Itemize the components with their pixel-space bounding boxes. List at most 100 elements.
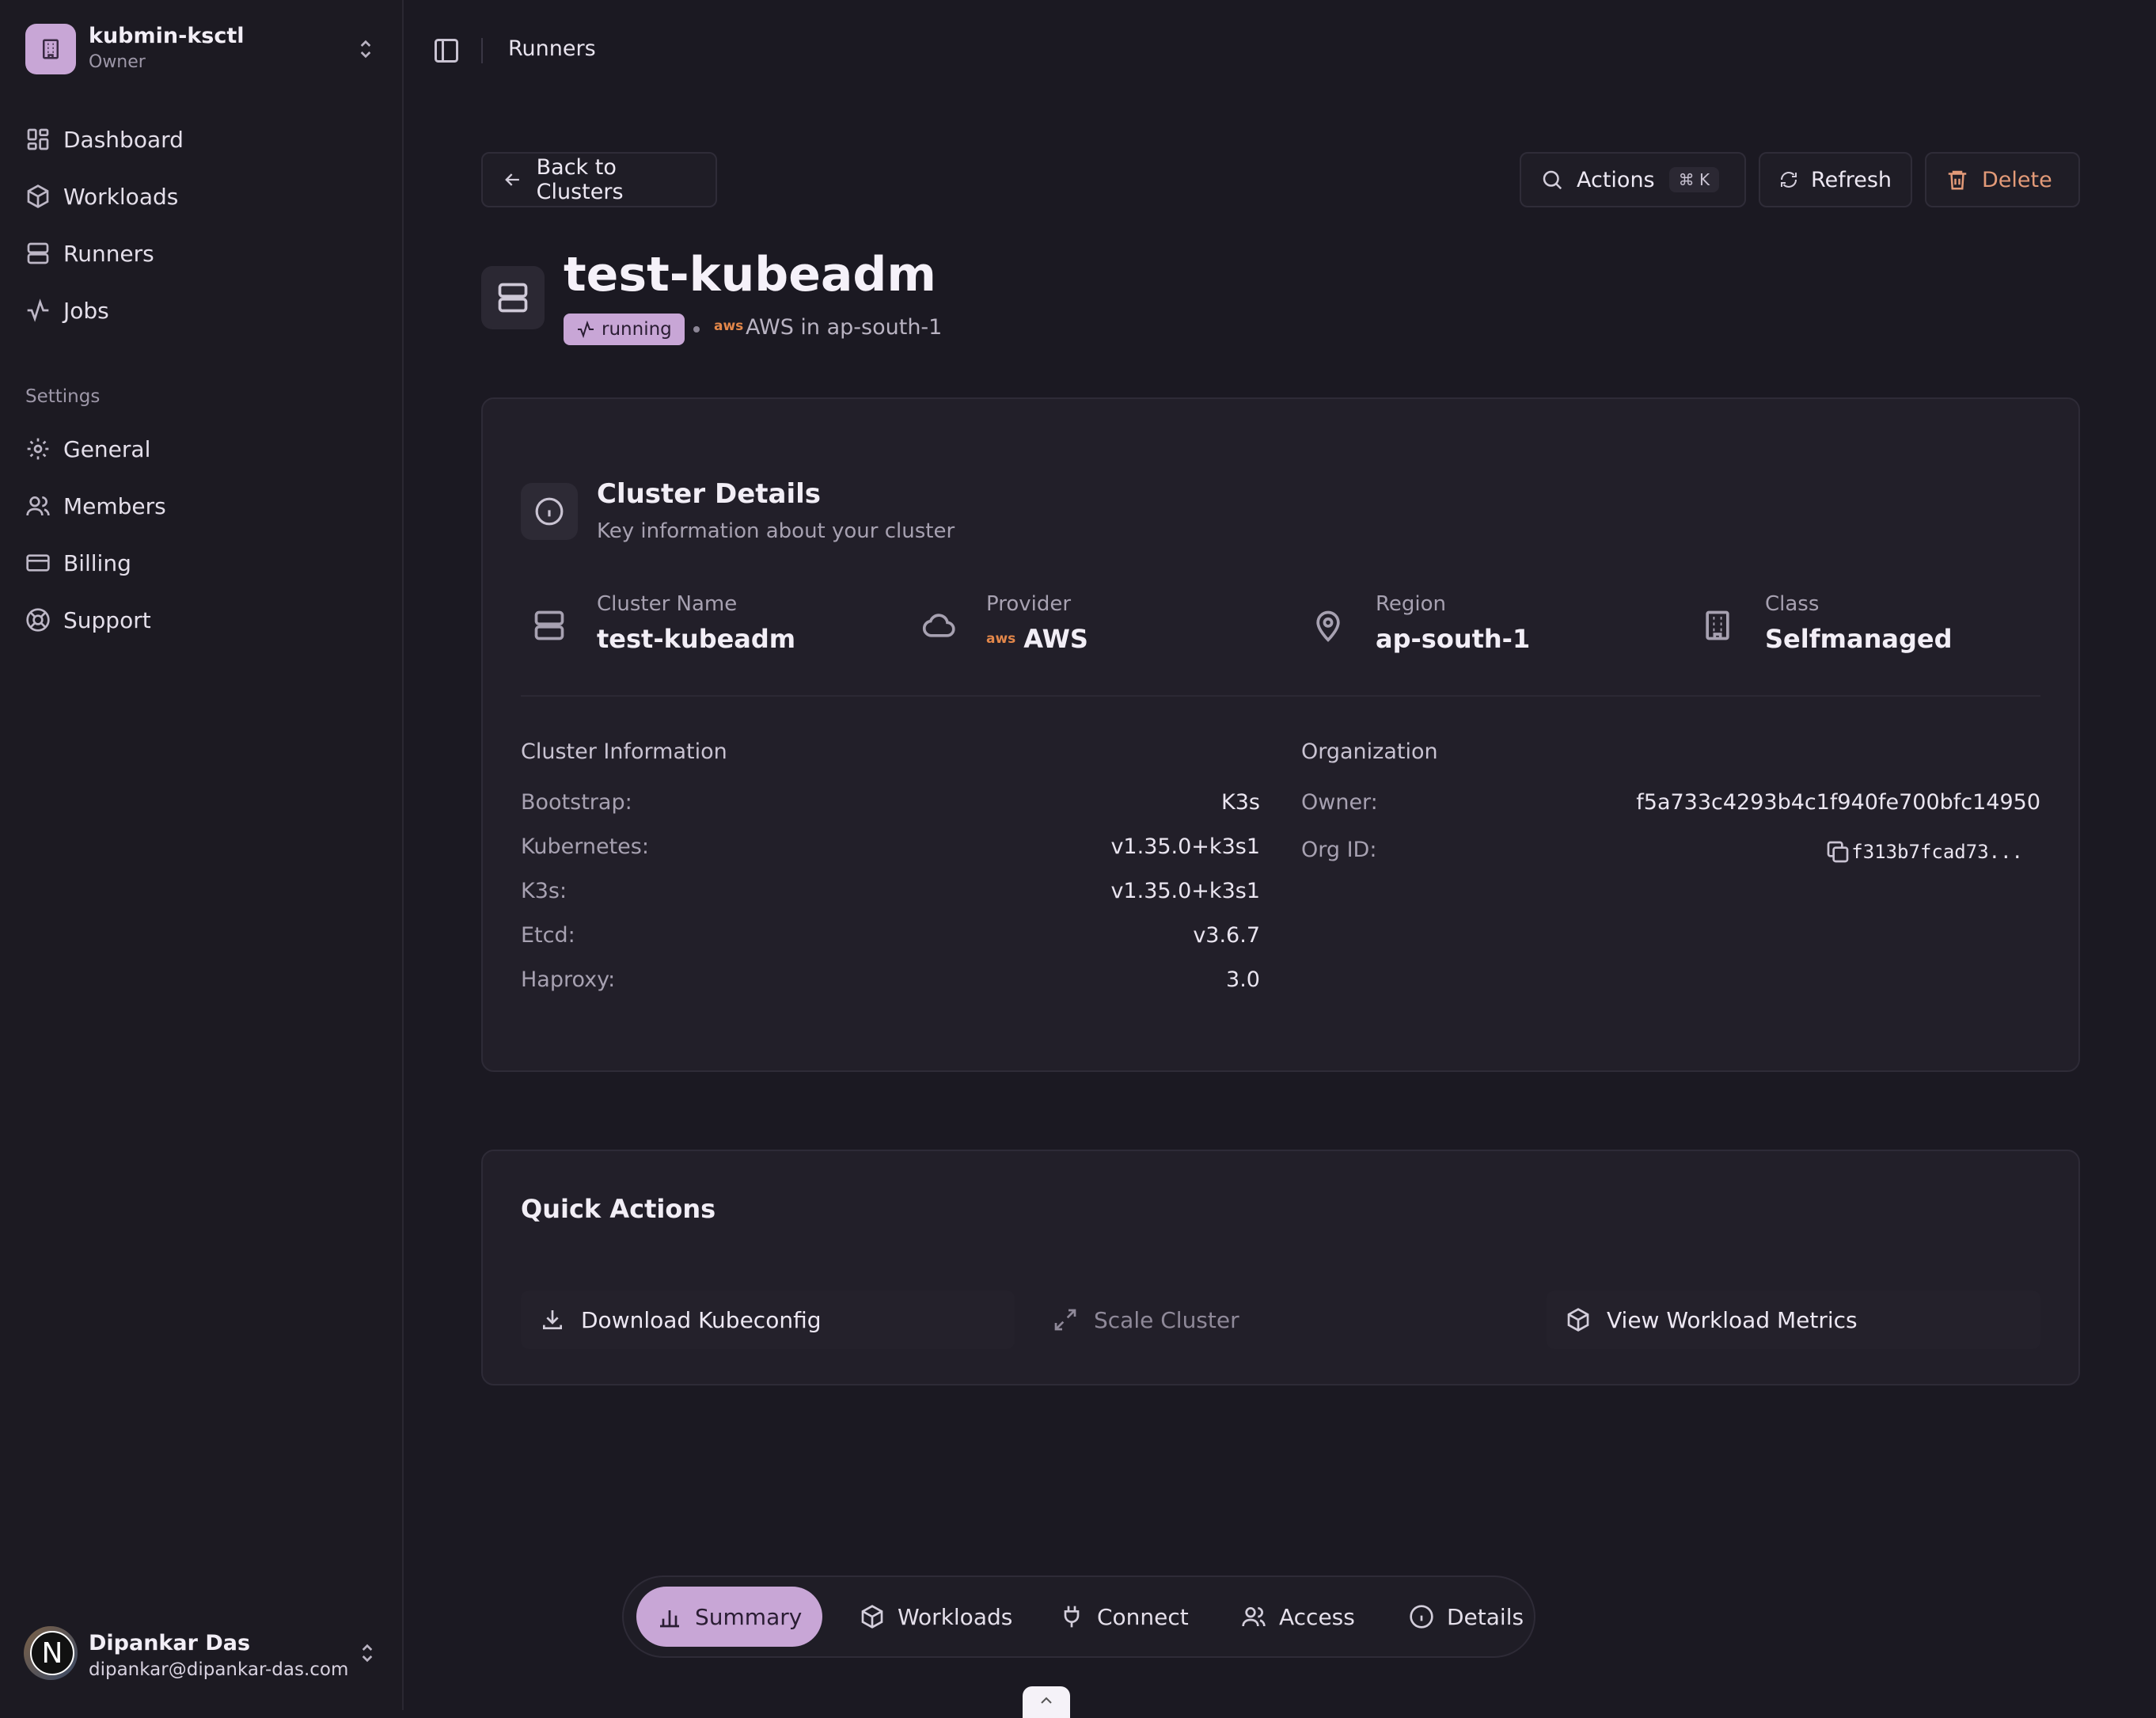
building-icon xyxy=(1700,608,1735,643)
stat-class: Class Selfmanaged xyxy=(1689,592,2053,656)
back-label: Back to Clusters xyxy=(536,155,624,204)
box-icon xyxy=(860,1604,885,1629)
user-name: Dipankar Das xyxy=(89,1631,251,1655)
credit-card-icon xyxy=(25,550,51,576)
sidebar-item-jobs[interactable]: Jobs xyxy=(25,288,378,333)
sidebar-item-label: General xyxy=(63,435,151,462)
provider-value: AWS xyxy=(1023,624,1088,654)
cluster-icon xyxy=(481,266,545,329)
owner-value: f5a733c4293b4c1f940fe700bfc14950 xyxy=(1636,790,2040,815)
stat-value: Selfmanaged xyxy=(1765,624,1953,654)
separator-dot xyxy=(693,326,700,333)
user-menu[interactable]: N Dipankar Das dipankar@dipankar-das.com xyxy=(24,1621,380,1685)
breadcrumb[interactable]: Runners xyxy=(508,36,596,61)
sidebar-item-dashboard[interactable]: Dashboard xyxy=(25,117,378,162)
copy-icon[interactable] xyxy=(1825,839,1850,865)
status-text: running xyxy=(602,319,672,340)
sidebar-item-label: Billing xyxy=(63,549,131,576)
info-icon xyxy=(1409,1604,1434,1629)
info-value-k3s: v1.35.0+k3s1 xyxy=(1110,879,1260,903)
sidebar-item-workloads[interactable]: Workloads xyxy=(25,174,378,219)
info-label-haproxy: Haproxy: xyxy=(521,967,616,992)
info-label-bootstrap: Bootstrap: xyxy=(521,790,632,815)
tab-access[interactable]: Access xyxy=(1220,1587,1376,1647)
actions-button[interactable]: Actions ⌘ K xyxy=(1520,152,1746,207)
info-value-kubernetes: v1.35.0+k3s1 xyxy=(1110,834,1260,859)
stat-cluster-name: Cluster Name test-kubeadm xyxy=(521,592,885,656)
download-kubeconfig-button[interactable]: Download Kubeconfig xyxy=(521,1290,1015,1349)
user-email: dipankar@dipankar-das.com xyxy=(89,1659,349,1680)
view-workload-metrics-button[interactable]: View Workload Metrics xyxy=(1547,1290,2040,1349)
sidebar-item-label: Dashboard xyxy=(63,126,184,153)
bottom-tab-bar: Summary Workloads Connect Access Details xyxy=(622,1575,1535,1658)
sidebar-item-members[interactable]: Members xyxy=(25,484,378,528)
users-icon xyxy=(1241,1604,1266,1629)
info-value-haproxy: 3.0 xyxy=(1226,967,1260,992)
delete-label: Delete xyxy=(1982,167,2052,192)
scroll-to-top-button[interactable] xyxy=(1023,1686,1070,1718)
org-id-label: Org ID: xyxy=(1301,838,1377,862)
sidebar-item-support[interactable]: Support xyxy=(25,598,378,642)
trash-icon xyxy=(1945,168,1969,192)
settings-heading: Settings xyxy=(25,386,101,407)
info-label-kubernetes: Kubernetes: xyxy=(521,834,649,859)
chevron-up-down-icon[interactable] xyxy=(355,1640,380,1666)
sidebar-item-label: Support xyxy=(63,606,151,633)
cluster-details-card: Cluster Details Key information about yo… xyxy=(481,397,2080,1072)
sidebar: kubmin-ksctl Owner Dashboard Workloads R… xyxy=(0,0,404,1710)
actions-label: Actions xyxy=(1577,167,1655,192)
scale-cluster-button[interactable]: Scale Cluster xyxy=(1034,1290,1528,1349)
sidebar-item-runners[interactable]: Runners xyxy=(25,231,378,276)
org-switcher[interactable]: kubmin-ksctl Owner xyxy=(25,24,378,76)
sidebar-item-label: Workloads xyxy=(63,183,179,210)
page-title: test-kubeadm xyxy=(564,247,936,302)
back-to-clusters-button[interactable]: Back to Clusters xyxy=(481,152,717,207)
stat-label: Cluster Name xyxy=(597,592,738,616)
status-badge: running xyxy=(564,314,685,345)
sidebar-item-label: Runners xyxy=(63,240,154,267)
refresh-icon xyxy=(1779,168,1798,192)
info-badge xyxy=(521,483,578,540)
org-id-value[interactable]: f313b7fcad73... xyxy=(1851,841,2023,863)
sidebar-item-billing[interactable]: Billing xyxy=(25,541,378,585)
stat-label: Region xyxy=(1376,592,1447,616)
stat-label: Provider xyxy=(986,592,1072,616)
sidebar-toggle-icon[interactable] xyxy=(432,36,461,65)
cluster-information-heading: Cluster Information xyxy=(521,739,727,764)
sidebar-item-general[interactable]: General xyxy=(25,427,378,471)
bar-chart-icon xyxy=(657,1604,682,1629)
cloud-icon xyxy=(921,608,956,643)
dashboard-icon xyxy=(25,127,51,152)
refresh-button[interactable]: Refresh xyxy=(1759,152,1912,207)
sidebar-item-label: Jobs xyxy=(63,297,109,324)
info-label-etcd: Etcd: xyxy=(521,923,575,948)
lifebuoy-icon xyxy=(25,607,51,633)
box-icon xyxy=(1566,1307,1591,1332)
tab-details[interactable]: Details xyxy=(1388,1587,1544,1647)
info-label-k3s: K3s: xyxy=(521,879,567,903)
chevron-up-down-icon[interactable] xyxy=(353,36,378,62)
delete-button[interactable]: Delete xyxy=(1925,152,2080,207)
stat-value: ap-south-1 xyxy=(1376,624,1531,654)
sidebar-item-label: Members xyxy=(63,492,166,519)
divider xyxy=(481,38,483,63)
quick-actions-title: Quick Actions xyxy=(521,1194,716,1224)
owner-label: Owner: xyxy=(1301,790,1378,815)
info-value-etcd: v3.6.7 xyxy=(1193,923,1260,948)
server-icon xyxy=(532,608,567,643)
chevron-up-icon xyxy=(1037,1691,1056,1710)
org-role: Owner xyxy=(89,52,146,72)
aws-logo: aws xyxy=(986,631,1016,647)
divider xyxy=(521,695,2040,697)
tab-label: Details xyxy=(1447,1603,1524,1630)
activity-icon xyxy=(25,298,51,323)
metrics-label: View Workload Metrics xyxy=(1607,1306,1858,1333)
tab-workloads[interactable]: Workloads xyxy=(839,1587,1033,1647)
aws-logo: aws xyxy=(714,318,744,334)
tab-summary[interactable]: Summary xyxy=(636,1587,823,1647)
tab-connect[interactable]: Connect xyxy=(1038,1587,1209,1647)
activity-icon xyxy=(576,320,595,339)
tab-label: Access xyxy=(1279,1603,1355,1630)
card-title: Cluster Details xyxy=(597,478,821,510)
refresh-label: Refresh xyxy=(1811,167,1892,192)
